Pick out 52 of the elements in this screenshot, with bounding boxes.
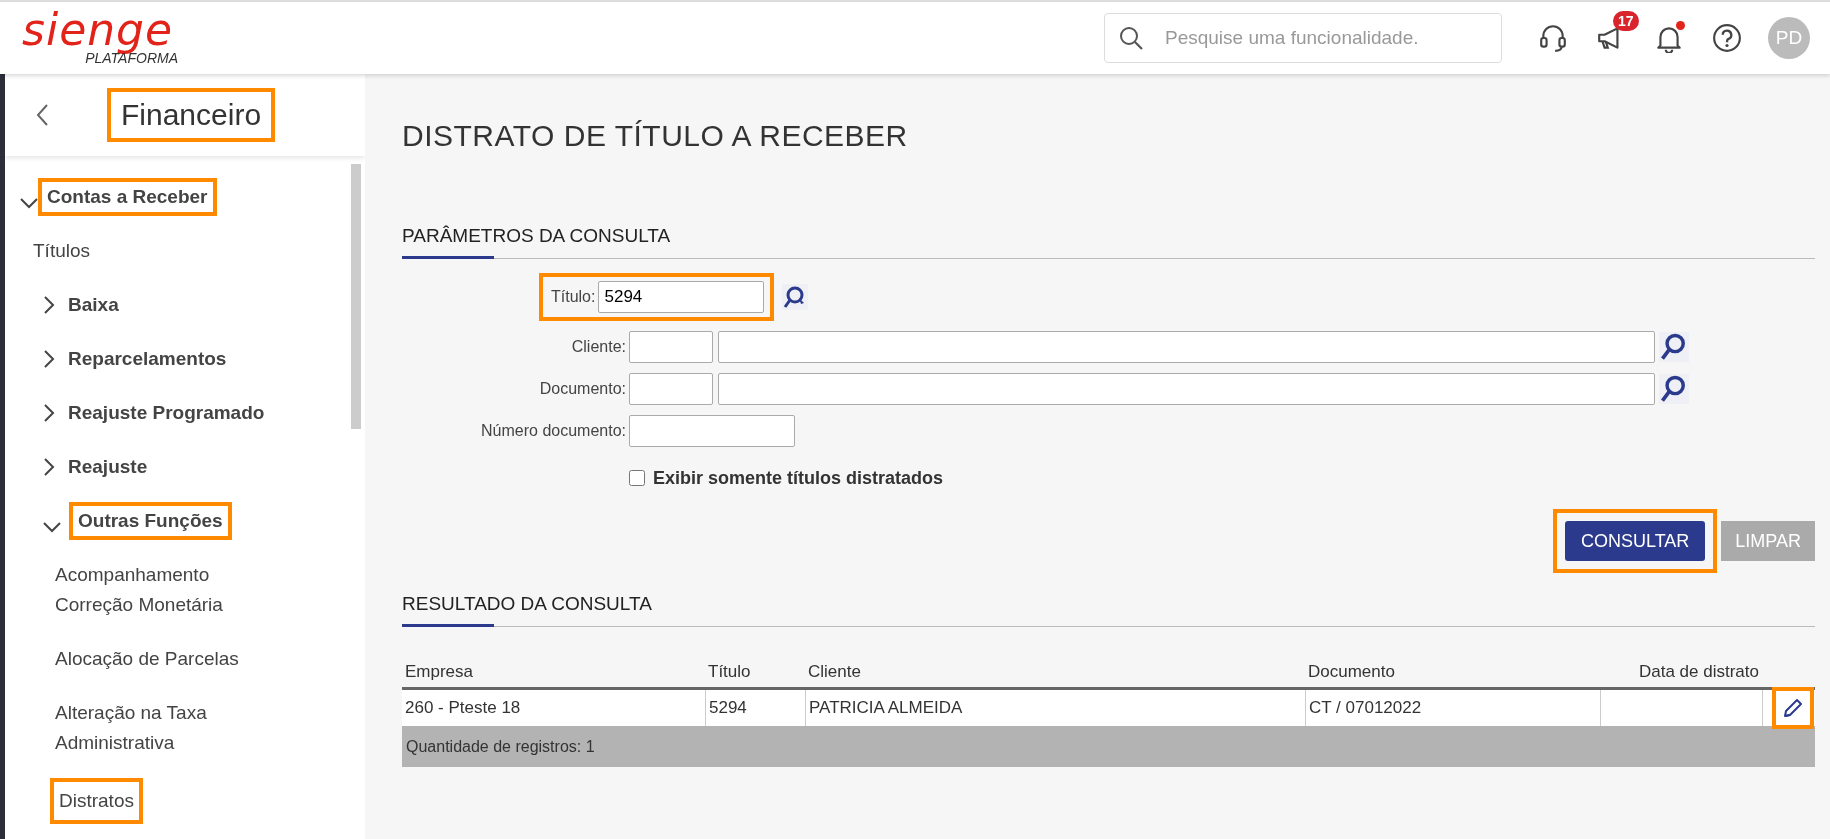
chevron-down-icon[interactable] xyxy=(20,197,38,209)
chevron-right-icon[interactable] xyxy=(43,296,55,314)
search-button[interactable]: CONSULTAR xyxy=(1564,521,1706,561)
chevron-right-icon[interactable] xyxy=(43,350,55,368)
back-icon[interactable] xyxy=(35,103,51,127)
menu-group[interactable]: Outras Funções xyxy=(69,502,232,540)
help-icon[interactable] xyxy=(1712,23,1742,53)
record-count: Quantidade de registros: 1 xyxy=(402,726,1815,767)
input-field[interactable] xyxy=(629,331,713,363)
search-field[interactable]: Pesquise uma funcionalidade. xyxy=(1104,13,1502,63)
column-header: Documento xyxy=(1307,661,1396,683)
refresh-search-icon[interactable] xyxy=(782,284,809,310)
column-header: Cliente xyxy=(807,661,862,683)
menu-item[interactable]: Alocação de Parcelas xyxy=(50,640,244,678)
chevron-right-icon[interactable] xyxy=(43,404,55,422)
column-header: Data de distrato xyxy=(1638,661,1760,683)
section-title: PARÂMETROS DA CONSULTA xyxy=(402,225,672,247)
checkbox[interactable] xyxy=(629,470,645,486)
chevron-right-icon[interactable] xyxy=(43,458,55,476)
column-header: Empresa xyxy=(404,661,475,683)
menu-group[interactable]: Baixa xyxy=(63,290,124,320)
field-label: Documento: xyxy=(538,380,627,398)
count-badge: 17 xyxy=(1613,11,1639,31)
sidebar-title: Financeiro xyxy=(107,88,276,142)
input-field[interactable] xyxy=(629,415,795,447)
page-title: DISTRATO DE TÍTULO A RECEBER xyxy=(402,119,909,153)
input-field[interactable] xyxy=(718,331,1655,363)
scrollbar[interactable] xyxy=(351,164,361,429)
search-icon[interactable] xyxy=(1659,332,1689,362)
pencil-icon[interactable] xyxy=(1782,697,1804,719)
menu-item[interactable]: Distratos xyxy=(50,778,143,824)
menu-group[interactable]: Reajuste Programado xyxy=(63,398,270,428)
column-header: Título xyxy=(707,661,752,683)
chevron-down-icon[interactable] xyxy=(43,521,61,533)
logo[interactable]: sienge PLATAFORMA xyxy=(22,10,182,66)
field-label: Número documento: xyxy=(480,422,627,440)
input-field[interactable] xyxy=(718,373,1655,405)
section-title: RESULTADO DA CONSULTA xyxy=(402,593,653,615)
menu-item[interactable]: Acompanhamento Correção Monetária xyxy=(50,556,290,624)
menu-group[interactable]: Reparcelamentos xyxy=(63,344,232,374)
table-cell-text: 260 - Pteste 18 xyxy=(404,697,522,719)
input-field[interactable]: 5294 xyxy=(598,281,765,313)
menu-group[interactable]: Contas a Receber xyxy=(38,178,217,216)
field-label: Título: xyxy=(551,288,597,306)
menu-item[interactable]: Alteração na Taxa Administrativa xyxy=(50,694,290,762)
input-field[interactable] xyxy=(629,373,713,405)
menu-group[interactable]: Reajuste xyxy=(63,452,153,482)
search-icon[interactable] xyxy=(1659,374,1689,404)
headset-icon[interactable] xyxy=(1538,23,1568,53)
field-label: Cliente: xyxy=(570,338,627,356)
checkbox-option[interactable]: Exibir somente títulos distratados xyxy=(629,467,944,489)
menu-item[interactable]: Títulos xyxy=(28,236,96,266)
